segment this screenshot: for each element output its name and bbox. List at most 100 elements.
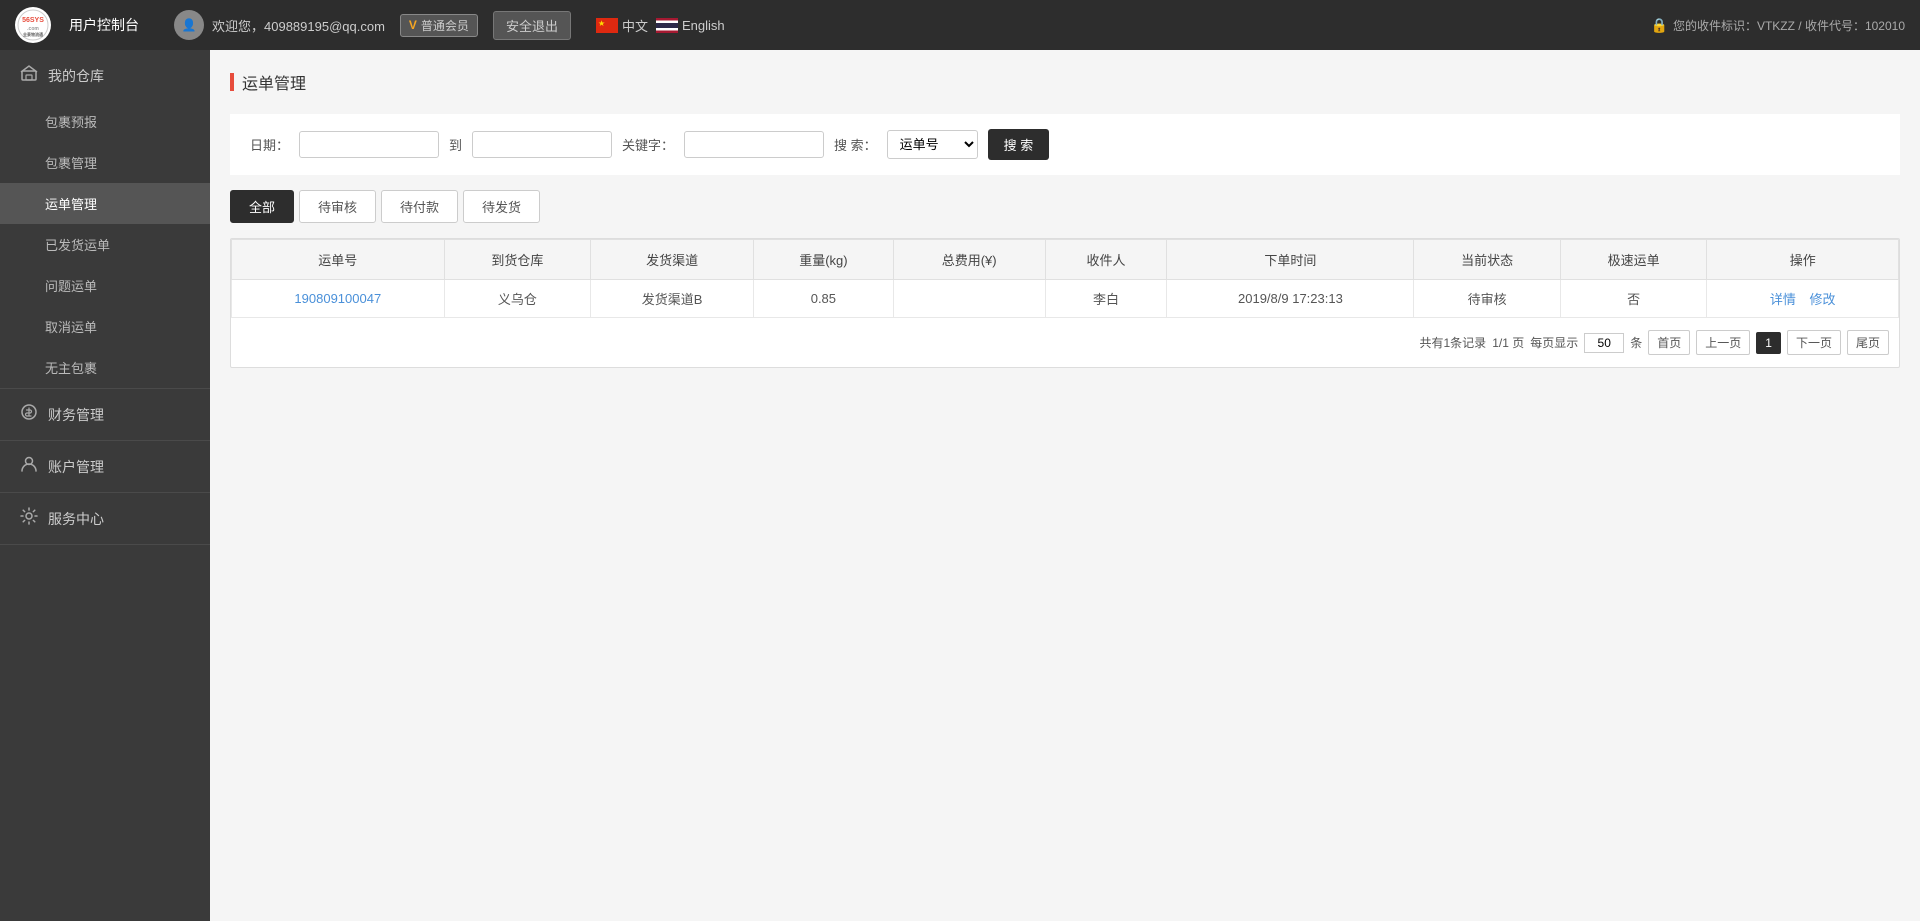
cell-order-time: 2019/8/9 17:23:13 xyxy=(1167,280,1414,318)
date-from-input[interactable] xyxy=(299,131,439,158)
search-button[interactable]: 搜 索 xyxy=(988,129,1050,160)
sidebar-section-service: 服务中心 xyxy=(0,493,210,545)
tab-pending-review[interactable]: 待审核 xyxy=(299,190,376,223)
logo: 56SYS .com 全景物流通 用户控制台 xyxy=(15,7,139,43)
sidebar-warehouse-header[interactable]: 我的仓库 xyxy=(0,50,210,101)
to-label: 到 xyxy=(449,135,462,154)
tab-pending-payment[interactable]: 待付款 xyxy=(381,190,458,223)
header-user: 👤 欢迎您，409889195@qq.com xyxy=(174,10,385,40)
col-order-time: 下单时间 xyxy=(1167,240,1414,280)
sidebar-section-finance: 财务管理 xyxy=(0,389,210,441)
sidebar-item-waybill-manage[interactable]: 运单管理 xyxy=(0,183,210,224)
avatar: 👤 xyxy=(174,10,204,40)
sidebar-finance-label: 财务管理 xyxy=(48,405,104,425)
per-page-input[interactable]: 50 xyxy=(1584,333,1624,353)
first-page-button[interactable]: 首页 xyxy=(1648,330,1690,355)
sidebar: 我的仓库 包裹预报 包裹管理 运单管理 已发货运单 问题运单 取消运单 无主包裹 xyxy=(0,50,210,921)
col-waybill-no: 运单号 xyxy=(232,240,445,280)
pagination: 共有1条记录 1/1 页 每页显示 50 条 首页 上一页 1 下一页 尾页 xyxy=(231,318,1899,367)
date-label: 日期： xyxy=(250,135,289,154)
last-page-button[interactable]: 尾页 xyxy=(1847,330,1889,355)
col-total-fee: 总费用(¥) xyxy=(893,240,1045,280)
sidebar-item-shipped-waybill[interactable]: 已发货运单 xyxy=(0,224,210,265)
lang-cn-item[interactable]: 中文 xyxy=(596,16,648,35)
date-to-input[interactable] xyxy=(472,131,612,158)
svg-text:56SYS: 56SYS xyxy=(22,17,44,24)
flag-cn-icon xyxy=(596,18,618,33)
col-warehouse: 到货仓库 xyxy=(444,240,591,280)
cell-channel: 发货渠道B xyxy=(591,280,754,318)
sidebar-item-problem-waybill[interactable]: 问题运单 xyxy=(0,265,210,306)
lang-en-label: English xyxy=(682,18,725,33)
service-icon xyxy=(20,507,38,530)
language-section: 中文 English xyxy=(596,16,725,35)
finance-icon xyxy=(20,403,38,426)
page-title: 运单管理 xyxy=(242,70,306,94)
sidebar-service-label: 服务中心 xyxy=(48,509,104,529)
welcome-text: 欢迎您，409889195@qq.com xyxy=(212,16,385,35)
waybill-table: 运单号 到货仓库 发货渠道 重量(kg) 总费用(¥) 收件人 下单时间 当前状… xyxy=(231,239,1899,318)
lang-en-item[interactable]: English xyxy=(656,18,725,33)
nav-title: 用户控制台 xyxy=(69,15,139,35)
table-row: 190809100047 义乌仓 发货渠道B 0.85 李白 2019/8/9 … xyxy=(232,280,1899,318)
sidebar-service-header[interactable]: 服务中心 xyxy=(0,493,210,544)
col-weight: 重量(kg) xyxy=(754,240,894,280)
layout: 我的仓库 包裹预报 包裹管理 运单管理 已发货运单 问题运单 取消运单 无主包裹 xyxy=(0,50,1920,921)
prev-page-button[interactable]: 上一页 xyxy=(1696,330,1750,355)
current-page-button[interactable]: 1 xyxy=(1756,332,1781,354)
lock-icon: 🔒 xyxy=(1651,17,1668,34)
cell-weight: 0.85 xyxy=(754,280,894,318)
col-receiver: 收件人 xyxy=(1045,240,1167,280)
cell-status: 待审核 xyxy=(1414,280,1561,318)
sidebar-account-label: 账户管理 xyxy=(48,457,104,477)
sidebar-warehouse-label: 我的仓库 xyxy=(48,66,104,86)
sidebar-finance-header[interactable]: 财务管理 xyxy=(0,389,210,440)
total-records: 共有1条记录 xyxy=(1420,334,1487,351)
cell-receiver: 李白 xyxy=(1045,280,1167,318)
member-label: 普通会员 xyxy=(421,17,469,34)
sidebar-account-header[interactable]: 账户管理 xyxy=(0,441,210,492)
waybill-no-link[interactable]: 190809100047 xyxy=(294,291,381,306)
warehouse-icon xyxy=(20,64,38,87)
col-action: 操作 xyxy=(1707,240,1899,280)
cell-action: 详情 修改 xyxy=(1707,280,1899,318)
sidebar-section-account: 账户管理 xyxy=(0,441,210,493)
logo-icon: 56SYS .com 全景物流通 xyxy=(15,7,51,43)
cell-total-fee xyxy=(893,280,1045,318)
lang-cn-label: 中文 xyxy=(622,16,648,35)
tab-pending-ship[interactable]: 待发货 xyxy=(463,190,540,223)
per-page-unit: 条 xyxy=(1630,334,1642,351)
cell-express: 否 xyxy=(1560,280,1707,318)
col-status: 当前状态 xyxy=(1414,240,1561,280)
search-bar: 日期： 到 关键字： 搜 索： 运单号 收件人 到货仓库 搜 索 xyxy=(230,114,1900,175)
col-express: 极速运单 xyxy=(1560,240,1707,280)
page-title-section: 运单管理 xyxy=(230,70,1900,94)
tabs: 全部 待审核 待付款 待发货 xyxy=(230,190,1900,223)
sidebar-item-package-forecast[interactable]: 包裹预报 xyxy=(0,101,210,142)
next-page-button[interactable]: 下一页 xyxy=(1787,330,1841,355)
header-right: 🔒 您的收件标识：VTKZZ / 收件代号：102010 xyxy=(1651,17,1905,34)
account-icon xyxy=(20,455,38,478)
search-by-select[interactable]: 运单号 收件人 到货仓库 xyxy=(887,130,978,159)
sidebar-section-warehouse: 我的仓库 包裹预报 包裹管理 运单管理 已发货运单 问题运单 取消运单 无主包裹 xyxy=(0,50,210,389)
cell-waybill-no: 190809100047 xyxy=(232,280,445,318)
vip-icon: V xyxy=(409,18,417,32)
tab-all[interactable]: 全部 xyxy=(230,190,294,223)
waybill-table-wrapper: 运单号 到货仓库 发货渠道 重量(kg) 总费用(¥) 收件人 下单时间 当前状… xyxy=(230,238,1900,368)
edit-link[interactable]: 修改 xyxy=(1810,292,1836,307)
detail-link[interactable]: 详情 xyxy=(1770,292,1796,307)
logout-button[interactable]: 安全退出 xyxy=(493,11,571,40)
search-by-label: 搜 索： xyxy=(834,135,877,154)
keyword-label: 关键字： xyxy=(622,135,674,154)
header: 56SYS .com 全景物流通 用户控制台 👤 欢迎您，409889195@q… xyxy=(0,0,1920,50)
page-info: 1/1 页 xyxy=(1492,334,1524,351)
sidebar-item-unclaimed-package[interactable]: 无主包裹 xyxy=(0,347,210,388)
sidebar-item-cancel-waybill[interactable]: 取消运单 xyxy=(0,306,210,347)
flag-th-icon xyxy=(656,18,678,33)
receipt-label: 您的收件标识：VTKZZ / 收件代号：102010 xyxy=(1673,17,1905,34)
main-content: 运单管理 日期： 到 关键字： 搜 索： 运单号 收件人 到货仓库 搜 索 全部… xyxy=(210,50,1920,921)
keyword-input[interactable] xyxy=(684,131,824,158)
sidebar-item-package-manage[interactable]: 包裹管理 xyxy=(0,142,210,183)
svg-text:全景物流通: 全景物流通 xyxy=(22,31,43,37)
title-bar-decoration xyxy=(230,73,234,91)
